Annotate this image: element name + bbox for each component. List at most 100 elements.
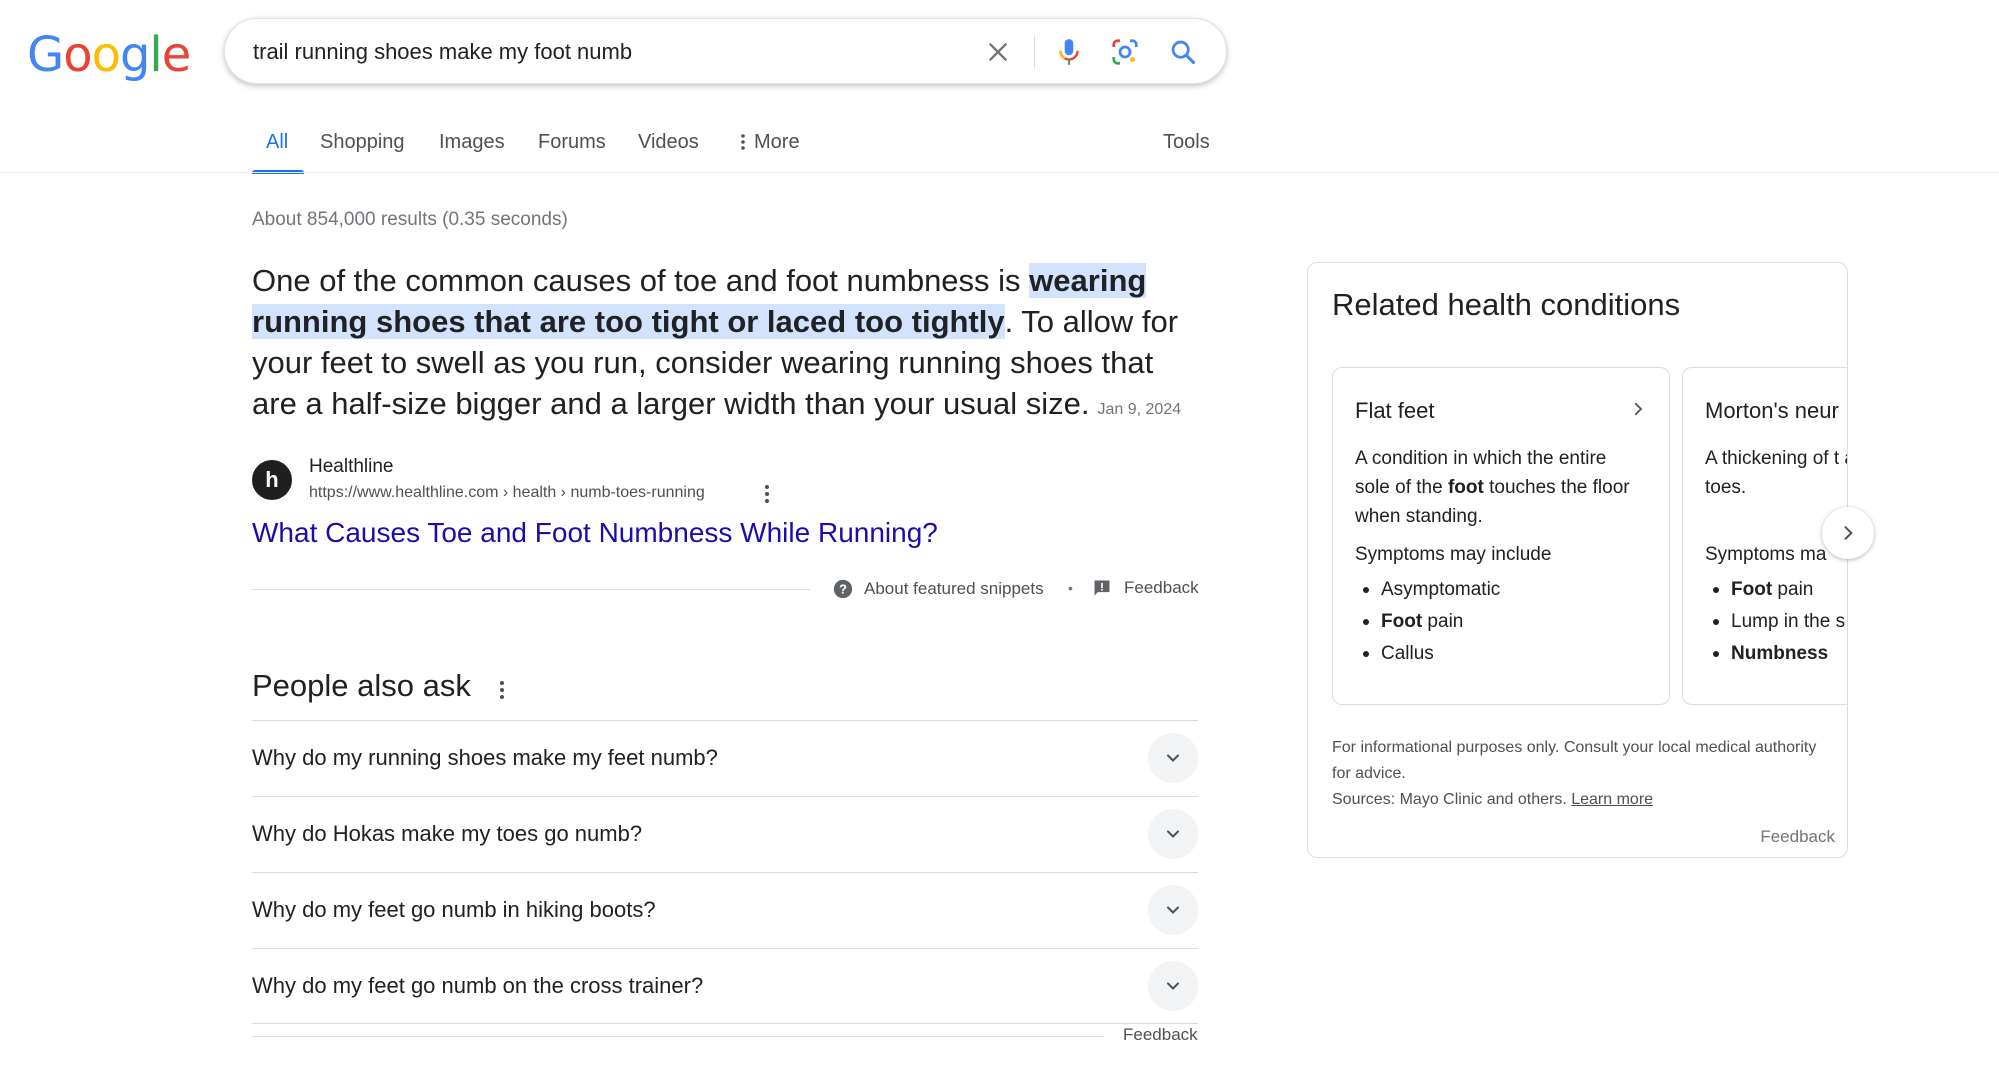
clear-icon[interactable] [980, 34, 1016, 70]
paa-question-text: Why do my feet go numb on the cross trai… [252, 973, 704, 998]
logo-letter: e [161, 27, 192, 83]
chevron-right-icon [1844, 526, 1853, 540]
tab-label: Images [439, 131, 505, 153]
carousel-next-button[interactable] [1822, 507, 1874, 559]
microphone-icon[interactable] [1051, 34, 1087, 70]
more-vert-icon [741, 134, 745, 150]
tools-label: Tools [1163, 131, 1210, 153]
help-circle-icon: ? [833, 579, 853, 599]
tools-button[interactable]: Tools [1163, 124, 1210, 160]
condition-card-flat-feet[interactable]: Flat feet A condition in which the entir… [1332, 367, 1670, 705]
paa-question[interactable]: Why do Hokas make my toes go numb? [252, 796, 1198, 872]
symptom-text: pain [1422, 611, 1464, 632]
paa-question-text: Why do my running shoes make my feet num… [252, 745, 718, 770]
desc-bold: foot [1447, 477, 1484, 498]
tab-all[interactable]: All [266, 124, 288, 160]
tab-more[interactable]: More [740, 124, 800, 160]
google-logo[interactable]: Google [27, 27, 192, 83]
tab-label: Forums [538, 131, 606, 153]
symptom-bold: Numbness [1731, 643, 1829, 664]
feedback-label: Feedback [1124, 578, 1199, 597]
tab-forums[interactable]: Forums [538, 124, 606, 160]
paa-question[interactable]: Why do my feet go numb in hiking boots? [252, 872, 1198, 948]
feedback-icon [1094, 580, 1110, 596]
tab-label: Shopping [320, 131, 405, 153]
result-stats: About 854,000 results (0.35 seconds) [252, 209, 568, 230]
paa-question[interactable]: Why do my feet go numb on the cross trai… [252, 948, 1198, 1024]
panel-title: Related health conditions [1332, 287, 1681, 322]
learn-more-link[interactable]: Learn more [1571, 791, 1653, 808]
feedback-button[interactable]: Feedback [1760, 827, 1835, 847]
chevron-down-icon[interactable] [1148, 733, 1198, 783]
symptom-item: Callus [1355, 638, 1500, 670]
condition-carousel: Flat feet A condition in which the entir… [1332, 367, 1847, 705]
featured-snippet: One of the common causes of toe and foot… [252, 260, 1192, 430]
feedback-button[interactable]: Feedback [1123, 1025, 1198, 1045]
svg-text:?: ? [839, 582, 847, 597]
condition-name: Morton's neur [1705, 398, 1839, 423]
search-input[interactable] [253, 19, 953, 85]
chevron-down-icon[interactable] [1148, 961, 1198, 1011]
symptoms-list: Foot pain Lump in the s Numbness [1705, 574, 1845, 670]
symptom-item: Foot pain [1355, 606, 1500, 638]
tab-label: Videos [638, 131, 699, 153]
lens-icon[interactable] [1107, 34, 1143, 70]
tab-videos[interactable]: Videos [638, 124, 699, 160]
search-box [224, 18, 1227, 85]
condition-name: Flat feet [1355, 398, 1435, 423]
tab-label: All [266, 131, 289, 153]
result-title-link[interactable]: What Causes Toe and Foot Numbness While … [252, 517, 938, 549]
snippet-date: Jan 9, 2024 [1097, 401, 1182, 418]
desc-text: A thickening of t [1705, 448, 1840, 469]
symptom-item: Numbness [1705, 638, 1845, 670]
search-icon[interactable] [1165, 34, 1201, 70]
about-featured-snippets-link[interactable]: ? About featured snippets [832, 578, 1044, 600]
separator-dot: • [1068, 580, 1073, 596]
sources-text: Sources: Mayo Clinic and others. [1332, 791, 1572, 808]
logo-letter: G [27, 27, 64, 83]
disclaimer-text: For informational purposes only. Consult… [1332, 739, 1817, 782]
tab-shopping[interactable]: Shopping [320, 124, 405, 160]
paa-question-text: Why do Hokas make my toes go numb? [252, 821, 643, 846]
people-also-ask-list: Why do my running shoes make my feet num… [252, 720, 1198, 1024]
logo-letter: o [63, 27, 92, 83]
symptom-item: Lump in the s [1705, 606, 1845, 638]
related-health-conditions-panel: Related health conditions Flat feet A co… [1307, 262, 1848, 858]
symptoms-label: Symptoms ma [1705, 544, 1827, 565]
paa-question-text: Why do my feet go numb in hiking boots? [252, 897, 656, 922]
divider [252, 1036, 1104, 1037]
chevron-right-icon [1629, 400, 1647, 423]
symptom-bold: Foot [1381, 611, 1423, 632]
source-url[interactable]: https://www.healthline.com › health › nu… [309, 484, 705, 502]
divider [252, 589, 810, 590]
logo-letter: g [119, 27, 150, 83]
people-also-ask-heading: People also ask [252, 668, 471, 703]
tab-images[interactable]: Images [439, 124, 505, 160]
chevron-down-icon[interactable] [1148, 809, 1198, 859]
symptoms-label: Symptoms may include [1355, 544, 1552, 565]
more-vert-icon[interactable] [494, 678, 510, 702]
more-vert-icon[interactable] [757, 482, 777, 506]
tabs-divider [0, 172, 1999, 173]
symptom-bold: Foot [1731, 579, 1773, 600]
symptom-item: Asymptomatic [1355, 574, 1500, 606]
tab-label: More [754, 131, 800, 153]
chevron-down-icon[interactable] [1148, 885, 1198, 935]
symptom-text: pain [1772, 579, 1814, 600]
symptoms-list: Asymptomatic Foot pain Callus [1355, 574, 1500, 670]
search-divider [1034, 35, 1035, 69]
symptom-item: Foot pain [1705, 574, 1845, 606]
condition-description: A thickening of t around a nerve l toes. [1705, 444, 1847, 502]
paa-question[interactable]: Why do my running shoes make my feet num… [252, 720, 1198, 796]
about-label: About featured snippets [864, 579, 1044, 598]
symptom-text: Lump in the s [1731, 611, 1846, 632]
medical-disclaimer: For informational purposes only. Consult… [1332, 735, 1832, 813]
feedback-button[interactable]: Feedback [1092, 578, 1199, 598]
logo-letter: o [91, 27, 121, 83]
healthline-favicon[interactable]: h [252, 460, 292, 500]
logo-letter: l [149, 27, 162, 83]
snippet-text: One of the common causes of toe and foot… [252, 263, 1030, 298]
symptom-text: Asymptomatic [1381, 579, 1501, 600]
snippet-source: h Healthline https://www.healthline.com … [252, 454, 852, 510]
source-name[interactable]: Healthline [309, 456, 394, 478]
